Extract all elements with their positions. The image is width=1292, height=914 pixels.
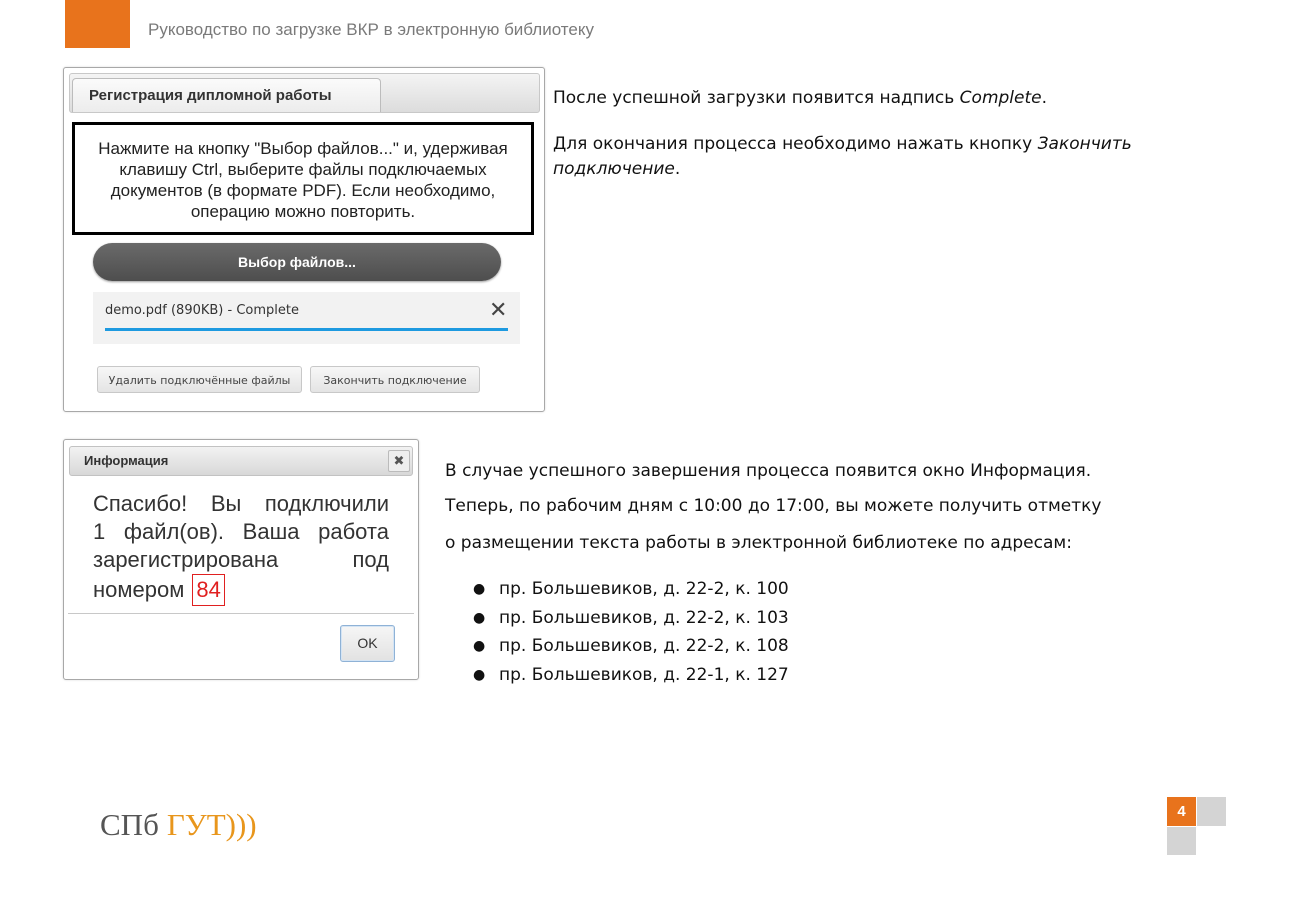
note-finish: Для окончания процесса необходимо нажать… [553, 132, 1173, 182]
dialog-divider [68, 613, 414, 614]
completion-line-2: Теперь, по рабочим дням с 10:00 до 17:00… [445, 496, 1102, 516]
completion-line-1: В случае успешного завершения процесса п… [445, 461, 1092, 481]
tab-bar: Регистрация дипломной работы [69, 73, 540, 113]
message-line: номером 84 [93, 574, 389, 606]
dialog-title: Информация [84, 453, 169, 468]
bullet-icon: ● [473, 609, 486, 626]
close-icon[interactable]: ✕ [489, 298, 507, 323]
note-text: После успешной загрузки появится надпись [553, 88, 960, 108]
instructions-box: Нажмите на кнопку "Выбор файлов..." и, у… [72, 122, 534, 235]
registration-panel: Регистрация дипломной работы Нажмите на … [63, 67, 545, 412]
note-text: . [1041, 88, 1048, 108]
list-item: ● пр. Большевиков, д. 22-2, к. 103 [470, 604, 789, 633]
logo-text: ГУТ [166, 807, 226, 842]
completion-line-3: о размещении текста работы в электронной… [445, 533, 1072, 553]
header-accent-square [65, 0, 130, 48]
address-text: пр. Большевиков, д. 22-2, к. 108 [499, 636, 789, 656]
dialog-titlebar: Информация ✖ [69, 446, 413, 476]
address-text: пр. Большевиков, д. 22-2, к. 100 [499, 579, 789, 599]
decorative-square [1167, 827, 1196, 855]
delete-files-button[interactable]: Удалить подключённые файлы [97, 366, 302, 393]
bullet-icon: ● [473, 581, 486, 597]
logo-waves: ))) [225, 807, 257, 842]
dialog-message: Спасибо! Вы подключили 1 файл(ов). Ваша … [93, 490, 389, 606]
uploaded-file-row: demo.pdf (890KB) - Complete ✕ [93, 292, 520, 344]
note-emphasis: Complete [959, 88, 1042, 108]
page-number: 4 [1167, 797, 1196, 826]
address-text: пр. Большевиков, д. 22-2, к. 103 [499, 607, 789, 628]
ok-button[interactable]: OK [340, 625, 395, 662]
registration-number: 84 [192, 574, 225, 606]
list-item: ● пр. Большевиков, д. 22-1, к. 127 [470, 661, 789, 690]
close-icon[interactable]: ✖ [388, 450, 410, 472]
address-text: пр. Большевиков, д. 22-1, к. 127 [499, 664, 789, 685]
bullet-icon: ● [473, 638, 486, 654]
upload-progress-bar [105, 328, 508, 331]
document-title: Руководство по загрузке ВКР в электронну… [148, 20, 594, 39]
file-name-label: demo.pdf (890KB) - Complete [105, 303, 299, 318]
choose-files-button[interactable]: Выбор файлов... [93, 243, 501, 281]
note-text: . [674, 159, 681, 179]
tab-registration[interactable]: Регистрация дипломной работы [72, 78, 381, 112]
message-line: зарегистрирована под [93, 547, 389, 572]
message-line: 1 файл(ов). Ваша работа [93, 519, 389, 544]
note-text: Для окончания процесса необходимо нажать… [553, 134, 1038, 154]
info-dialog: Информация ✖ Спасибо! Вы подключили 1 фа… [63, 439, 419, 680]
finish-connection-button[interactable]: Закончить подключение [310, 366, 480, 393]
list-item: ● пр. Большевиков, д. 22-2, к. 108 [470, 632, 789, 661]
note-complete: После успешной загрузки появится надпись… [553, 88, 1047, 108]
university-logo: СПб ГУТ))) [100, 807, 257, 843]
decorative-square [1197, 797, 1226, 826]
message-line: Спасибо! Вы подключили [93, 491, 389, 516]
logo-text: СПб [100, 807, 159, 842]
list-item: ● пр. Большевиков, д. 22-2, к. 100 [470, 575, 789, 604]
message-prefix: номером [93, 577, 185, 602]
bullet-icon: ● [473, 666, 486, 683]
address-list: ● пр. Большевиков, д. 22-2, к. 100 ● пр. Б… [470, 575, 789, 689]
